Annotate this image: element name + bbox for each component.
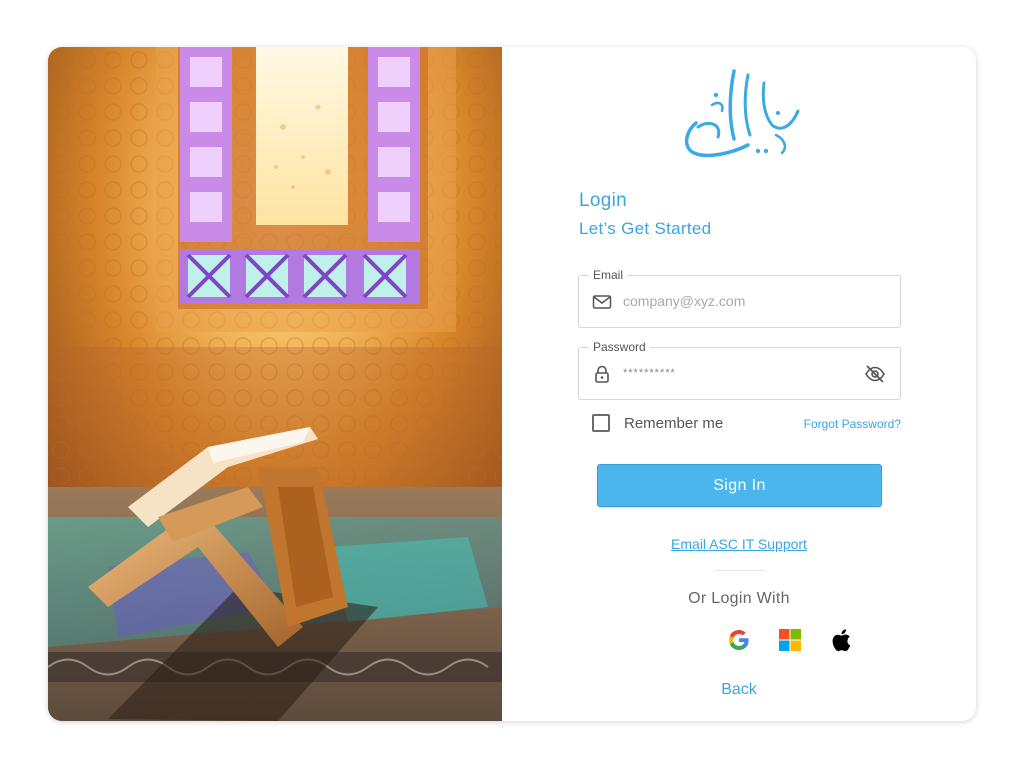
microsoft-icon[interactable] xyxy=(777,627,803,653)
email-input[interactable] xyxy=(623,293,853,309)
sign-in-button[interactable]: Sign In xyxy=(597,464,882,507)
back-link[interactable]: Back xyxy=(502,681,976,699)
mail-icon xyxy=(592,292,612,312)
email-field[interactable]: Email xyxy=(578,268,901,328)
login-panel: Login Let’s Get Started Email Password xyxy=(502,47,976,721)
forgot-password-link[interactable]: Forgot Password? xyxy=(804,417,901,431)
login-card: Login Let’s Get Started Email Password xyxy=(48,47,976,721)
divider xyxy=(715,570,765,571)
email-label: Email xyxy=(589,268,628,282)
page-subtitle: Let’s Get Started xyxy=(579,219,712,238)
or-login-with-label: Or Login With xyxy=(688,590,790,607)
support-link-wrapper: Email ASC IT Support xyxy=(502,536,976,554)
eye-off-icon[interactable] xyxy=(864,363,886,385)
password-label: Password xyxy=(589,340,650,354)
apple-icon[interactable] xyxy=(828,627,854,653)
remember-label: Remember me xyxy=(624,415,724,432)
google-icon[interactable] xyxy=(726,627,752,653)
email-support-link[interactable]: Email ASC IT Support xyxy=(671,536,807,552)
password-field[interactable]: Password ********** xyxy=(578,340,901,400)
remember-checkbox[interactable] xyxy=(592,414,610,432)
hero-image xyxy=(48,47,502,721)
page-title: Login xyxy=(579,190,627,211)
lock-icon xyxy=(592,364,612,384)
calligraphy-logo xyxy=(678,65,802,166)
password-input[interactable]: ********** xyxy=(623,367,853,379)
